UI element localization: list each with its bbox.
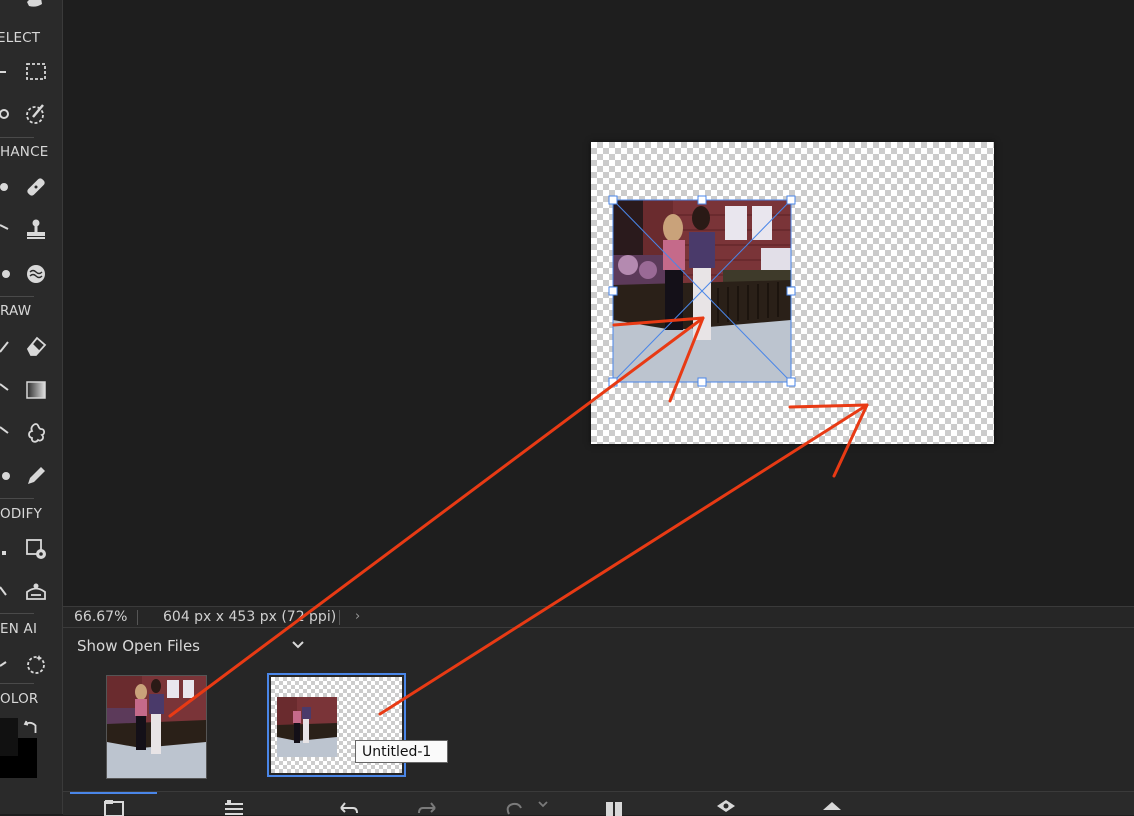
photo-thumbnail[interactable] (106, 675, 207, 779)
document-canvas[interactable] (591, 142, 994, 444)
detail-brush-icon[interactable] (0, 262, 10, 286)
divider (0, 613, 34, 614)
straighten-icon[interactable] (0, 579, 10, 603)
rectangular-marquee-icon[interactable] (24, 60, 48, 84)
home-screen-icon[interactable] (821, 796, 843, 816)
photo-bin (63, 661, 1134, 791)
divider (0, 498, 34, 499)
tools-panel: ELECT HANCE RAW ODIFY EN AI OLOR (0, 0, 63, 814)
lasso-icon[interactable] (0, 60, 10, 84)
smart-brush-icon[interactable] (24, 262, 48, 286)
active-tab-indicator (70, 792, 157, 794)
section-draw-label: RAW (0, 303, 32, 319)
clone-stamp-icon[interactable] (24, 217, 48, 241)
undo-icon[interactable] (337, 796, 359, 816)
hand-icon[interactable] (22, 0, 46, 16)
foreground-color-swatch[interactable] (0, 718, 18, 756)
gradient-icon[interactable] (24, 378, 48, 402)
chevron-down-icon[interactable] (291, 640, 305, 650)
magic-wand-icon[interactable] (0, 102, 10, 126)
document-info: 604 px x 453 px (72 ppi) (163, 609, 337, 625)
custom-shape-icon[interactable] (24, 421, 48, 445)
shape-icon[interactable] (0, 421, 10, 445)
swap-colors-icon[interactable] (22, 718, 40, 736)
layout-icon[interactable] (603, 796, 625, 816)
generative-fill-icon[interactable] (24, 652, 48, 676)
rotate-icon[interactable] (503, 796, 525, 816)
status-bar: 66.67% 604 px x 453 px (72 ppi) › (63, 606, 1134, 628)
chevron-down-icon[interactable] (537, 800, 549, 810)
red-eye-icon[interactable] (0, 175, 10, 199)
pencil-icon[interactable] (24, 464, 48, 488)
type-icon[interactable] (0, 464, 10, 488)
thumbnail-tooltip: Untitled-1 (355, 740, 448, 763)
transform-bounding-box[interactable] (591, 142, 994, 444)
brush-icon[interactable] (0, 334, 10, 358)
generative-remove-icon[interactable] (0, 652, 10, 676)
divider (0, 296, 34, 297)
thumbnail-photo-preview (277, 697, 337, 757)
status-chevron-icon[interactable]: › (355, 609, 360, 624)
paint-bucket-icon[interactable] (0, 378, 10, 402)
section-select-label: ELECT (0, 30, 41, 46)
section-color-label: OLOR (0, 691, 39, 707)
quick-selection-icon[interactable] (24, 102, 48, 126)
content-aware-move-icon[interactable] (24, 579, 48, 603)
divider (339, 610, 340, 625)
photo-bin-header: Show Open Files (63, 627, 1134, 662)
eraser-icon[interactable] (24, 334, 48, 358)
crop-icon[interactable] (0, 537, 10, 561)
tool-options-icon[interactable] (223, 796, 245, 816)
divider (0, 683, 34, 684)
organizer-icon[interactable] (715, 796, 737, 816)
divider (137, 610, 138, 625)
show-open-files-dropdown[interactable]: Show Open Files (77, 637, 200, 655)
transform-settings-icon[interactable] (24, 537, 48, 561)
bottom-taskbar (63, 791, 1134, 816)
photo-bin-icon[interactable] (103, 796, 125, 816)
divider (0, 137, 34, 138)
section-modify-label: ODIFY (0, 506, 43, 522)
sponge-icon[interactable] (0, 217, 10, 241)
redo-icon[interactable] (417, 796, 439, 816)
zoom-level[interactable]: 66.67% (74, 609, 127, 625)
section-enhance-label: HANCE (0, 144, 49, 160)
spot-healing-icon[interactable] (24, 175, 48, 199)
section-genai-label: EN AI (0, 621, 38, 637)
